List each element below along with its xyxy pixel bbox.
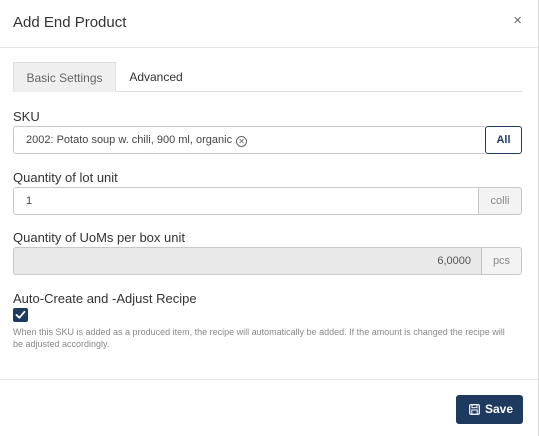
checkmark-icon <box>15 310 26 319</box>
box-quantity-label: Quantity of UoMs per box unit <box>13 230 185 245</box>
save-label: Save <box>485 402 514 416</box>
sku-all-button[interactable]: All <box>485 126 522 154</box>
recipe-label: Auto-Create and -Adjust Recipe <box>13 291 197 306</box>
lot-quantity-group: 1 colli <box>13 187 522 215</box>
dialog-title: Add End Product <box>13 14 127 31</box>
clear-icon[interactable]: ✕ <box>236 136 248 147</box>
tab-basic-settings[interactable]: Basic Settings <box>13 62 116 92</box>
lot-quantity-input[interactable]: 1 <box>13 187 478 215</box>
lot-quantity-label: Quantity of lot unit <box>13 170 118 185</box>
add-end-product-dialog: Add End Product × Basic Settings Advance… <box>0 0 539 436</box>
close-icon[interactable]: × <box>513 13 522 29</box>
tab-advanced[interactable]: Advanced <box>117 62 195 92</box>
save-button[interactable]: Save <box>456 395 523 424</box>
save-icon <box>469 404 480 415</box>
recipe-checkbox[interactable] <box>13 308 28 322</box>
box-quantity-input: 6,0000 <box>13 247 481 275</box>
lot-quantity-unit: colli <box>478 187 522 215</box>
box-quantity-unit: pcs <box>481 247 522 275</box>
sku-input[interactable]: 2002: Potato soup w. chili, 900 ml, orga… <box>13 126 485 154</box>
recipe-help-text: When this SKU is added as a produced ite… <box>13 327 505 349</box>
sku-label: SKU <box>13 109 40 124</box>
tab-bar: Basic Settings Advanced <box>13 62 522 92</box>
sku-value: 2002: Potato soup w. chili, 900 ml, orga… <box>26 134 233 146</box>
dialog-header: Add End Product × <box>0 0 538 48</box>
sku-field-group: 2002: Potato soup w. chili, 900 ml, orga… <box>13 126 522 154</box>
dialog-footer: Save <box>0 379 538 436</box>
box-quantity-group: 6,0000 pcs <box>13 247 522 275</box>
